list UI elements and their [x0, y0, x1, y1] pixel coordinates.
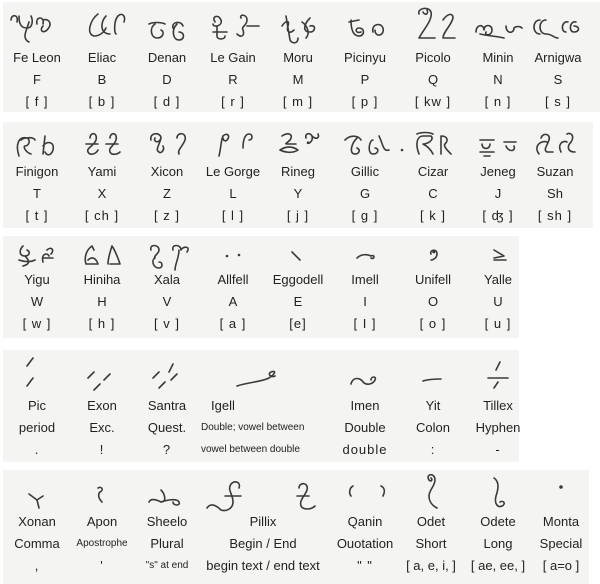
punctuation-meaning: Begin / End [229, 536, 297, 551]
punctuation-card: Monta Special [ a=o ] [521, 470, 600, 584]
le-gorge-glyph [213, 130, 263, 167]
finigon-glyph [15, 132, 65, 167]
eggodell-glyph [288, 248, 308, 269]
punctuation-name: Tillex [483, 398, 513, 413]
gillic-glyph [343, 132, 399, 167]
xonan-glyph [25, 490, 49, 515]
yit-glyph [421, 374, 445, 392]
allfell-glyph [223, 248, 247, 267]
letter-card: Yalle U [ u ] [458, 236, 538, 338]
unifell-glyph [425, 246, 445, 269]
consonants-vowels-row: Yigu W [ w ] Hiniha H [ h ] Xala V [ v ]… [3, 236, 519, 338]
punctuation-name: Pillix [249, 514, 277, 529]
odet-glyph [419, 470, 443, 517]
sound: [ u ] [484, 316, 512, 331]
letter-card: Arnigwa S [ s ] [518, 2, 598, 112]
letter-name: Yalle [484, 272, 512, 287]
punctuation-meaning: Hyphen [475, 420, 521, 435]
sheelo-glyph [147, 486, 187, 515]
monta-glyph [555, 480, 567, 498]
latin-letter: S [553, 72, 563, 87]
punctuation-symbol: - [495, 442, 501, 457]
latin-letter: Sh [547, 186, 563, 201]
punctuation-symbol: begin text / end text [206, 558, 320, 573]
santra-glyph [147, 360, 187, 401]
punctuation-card: Igell Double; vowel between vowel betwee… [193, 350, 343, 462]
letter-name: Suzan [536, 164, 574, 179]
yalle-glyph [490, 246, 510, 269]
xicon-glyph [147, 130, 197, 167]
fe-leon-glyph [7, 10, 67, 51]
punctuation-symbol: [ a=o ] [542, 558, 580, 573]
apon-glyph [92, 484, 112, 513]
denan-glyph [147, 18, 197, 53]
rineg-glyph [278, 130, 328, 167]
imen-glyph [349, 372, 383, 397]
consonants-row-1: Fe Leon F [ f ] Eliac B [ b ] Denan D [ … [3, 2, 600, 112]
punctuation-card: Tillex Hyphen - [458, 350, 538, 462]
sound: [ sh ] [537, 208, 573, 223]
punctuation-meaning: Special [539, 536, 583, 551]
punctuation-row-2: Xonan Comma , Apon Apostrophe ' Sheelo P… [3, 470, 589, 584]
imell-glyph [355, 250, 379, 269]
consonants-row-2: Finigon T [ t ] Yami X [ ch ] Xicon Z [ … [3, 122, 593, 228]
punctuation-name: Monta [542, 514, 580, 529]
cizar-glyph [399, 130, 465, 167]
odete-glyph [486, 474, 510, 519]
yami-glyph [82, 130, 132, 167]
sound: [ s ] [545, 94, 571, 109]
arnigwa-glyph [530, 16, 590, 51]
latin-letter: U [493, 294, 503, 309]
picinyu-glyph [347, 16, 397, 51]
suzan-glyph [533, 130, 583, 167]
punctuation-row-1: Pic period . Exon Exc. ! Santra Quest. ?… [3, 350, 520, 462]
punctuation-card: Pillix Begin / End begin text / end text [193, 470, 333, 584]
moru-glyph [280, 12, 330, 51]
qanin-glyph [343, 482, 393, 507]
igell-glyph [233, 368, 293, 397]
tillex-glyph [486, 358, 512, 399]
letter-name: Arnigwa [534, 50, 582, 65]
letter-card: Suzan Sh [ sh ] [515, 122, 595, 228]
pic-glyph [19, 354, 49, 399]
